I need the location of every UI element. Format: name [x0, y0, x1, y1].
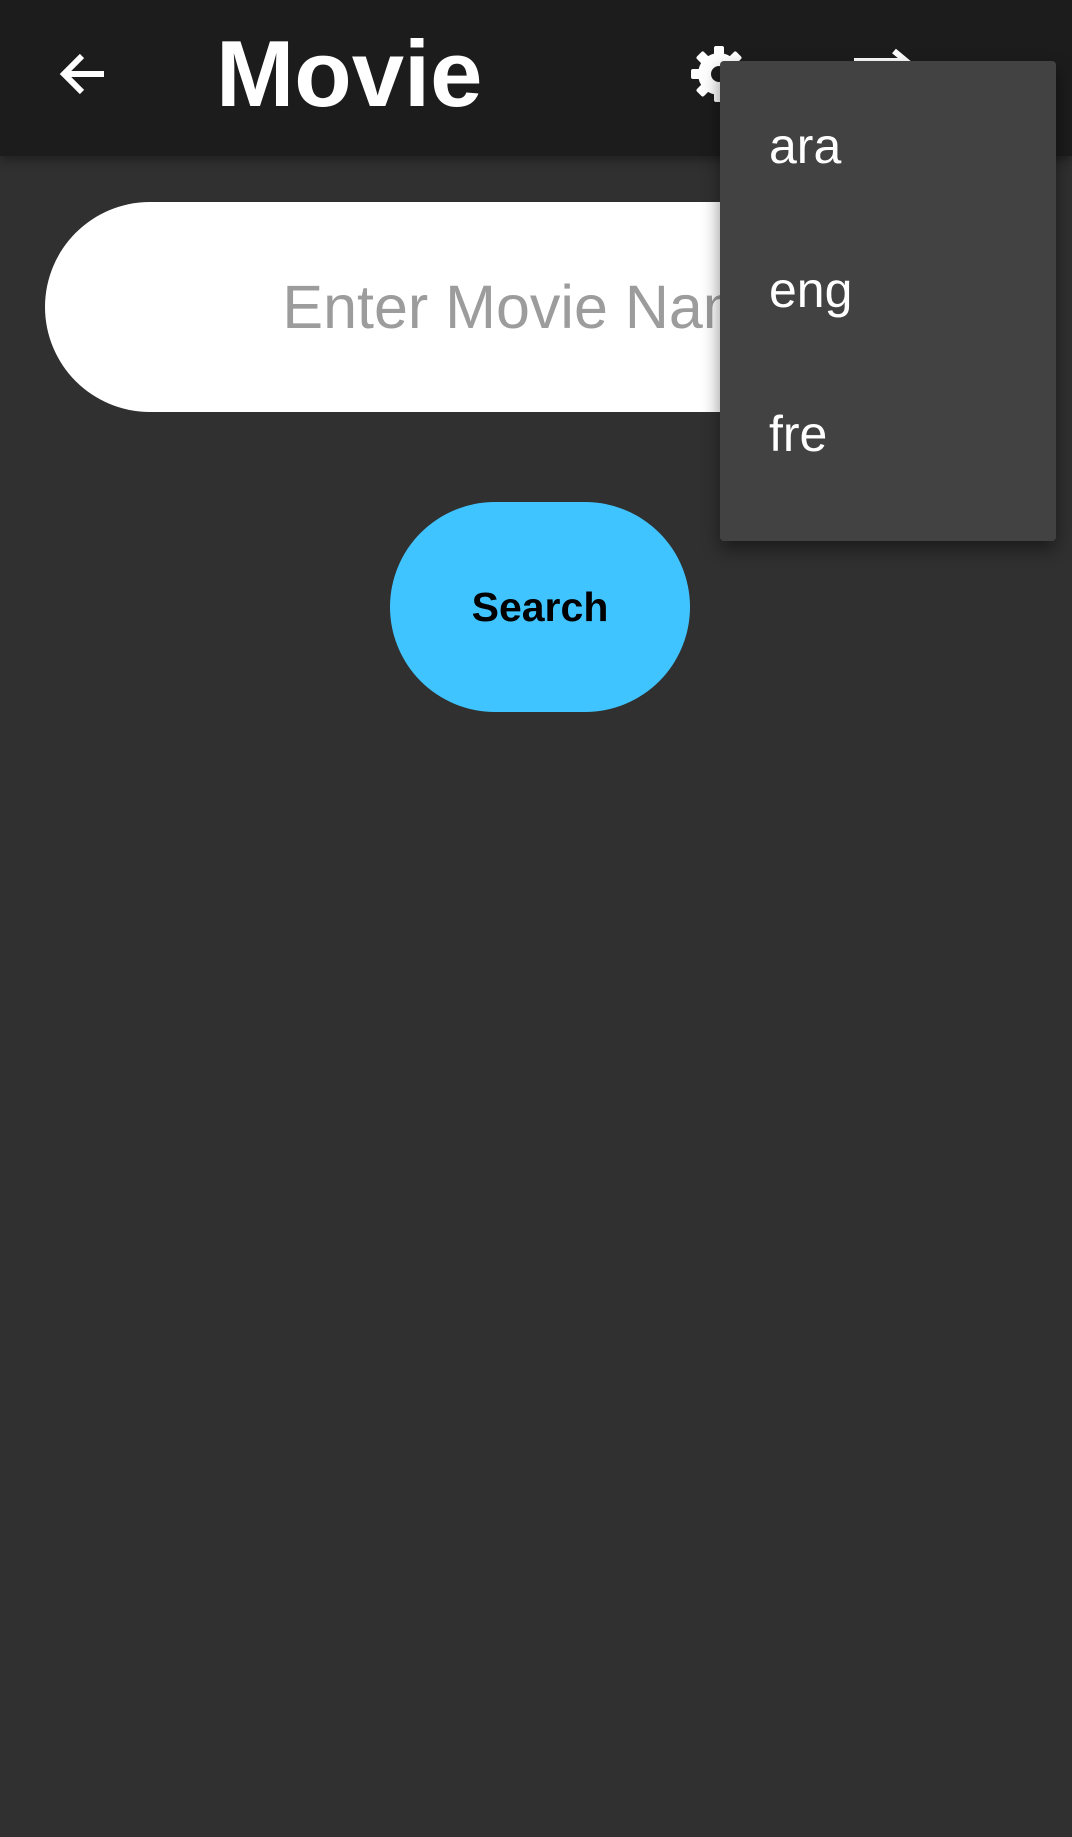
search-button[interactable]: Search [390, 502, 690, 712]
language-option-eng[interactable]: eng [720, 218, 1056, 362]
back-button[interactable] [54, 44, 114, 104]
language-menu: ara eng fre [720, 61, 1056, 541]
language-option-ara[interactable]: ara [720, 74, 1056, 218]
language-option-fre[interactable]: fre [720, 362, 1056, 506]
arrow-back-icon [59, 53, 104, 95]
page-title: Movie [216, 21, 483, 126]
